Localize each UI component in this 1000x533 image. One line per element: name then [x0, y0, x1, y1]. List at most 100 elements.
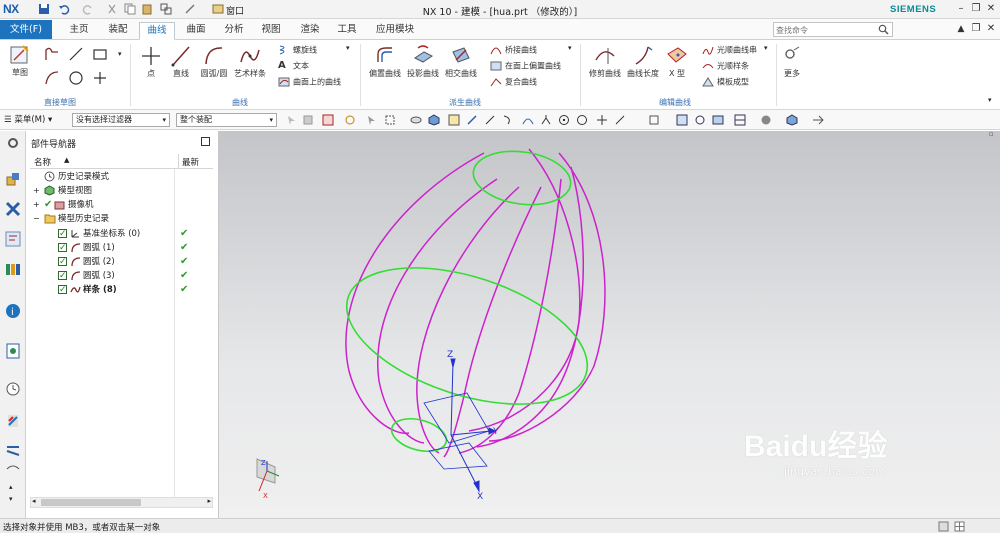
composite-curve-button[interactable]: 复合曲线	[490, 76, 537, 90]
fit-view-icon[interactable]	[676, 114, 688, 126]
repeat-command-icon[interactable]	[160, 3, 172, 15]
save-icon[interactable]	[38, 3, 50, 15]
rectangle-select-icon[interactable]	[384, 114, 396, 126]
cut-icon[interactable]	[106, 3, 118, 15]
tab-home[interactable]: 主页	[62, 22, 96, 40]
snap-arc-center-icon[interactable]	[558, 114, 570, 126]
template-shape-button[interactable]: 模板成型	[702, 76, 749, 90]
undo-icon[interactable]	[58, 3, 70, 15]
tree-item-history-mode[interactable]: 历史记录模式	[30, 170, 213, 184]
offset-curve-button[interactable]: 偏置曲线	[366, 44, 404, 79]
main-menu-button[interactable]: ☰ 菜单(M) ▾	[4, 113, 52, 125]
snap-settings-icon[interactable]	[322, 114, 334, 126]
tab-tools[interactable]: 工具	[330, 22, 364, 40]
paste-icon[interactable]	[141, 3, 153, 15]
window-menu-label[interactable]: 窗口	[226, 4, 244, 17]
spline-curves[interactable]	[345, 148, 606, 458]
status-grid-icon[interactable]	[954, 521, 965, 532]
resbar-scroll-up-icon[interactable]: ▴	[9, 483, 13, 491]
visibility-checkbox[interactable]: ✓	[58, 285, 67, 295]
sketch-line-icon[interactable]	[68, 46, 84, 62]
command-search-box[interactable]	[773, 22, 893, 37]
scrollbar-thumb[interactable]	[41, 499, 141, 506]
tab-render[interactable]: 渲染	[293, 22, 327, 40]
tree-item-model-history[interactable]: − 模型历史记录	[30, 212, 213, 226]
sub-close-button[interactable]: ✕	[983, 22, 999, 36]
snap-on-curve-icon[interactable]	[614, 114, 626, 126]
ribbon-help-icon[interactable]: ▲	[953, 22, 969, 36]
snap-endpoint-icon[interactable]	[448, 114, 460, 126]
rotate-view-icon[interactable]	[712, 114, 724, 126]
status-list-icon[interactable]	[938, 521, 949, 532]
view-triad[interactable]: Z X	[256, 458, 280, 500]
selection-filter-dropdown[interactable]: 没有选择过滤器 ▾	[72, 113, 170, 127]
collapse-icon[interactable]: −	[33, 212, 40, 226]
tab-surface[interactable]: 曲面	[179, 22, 213, 40]
system-materials-icon[interactable]	[5, 413, 21, 429]
arc-curves[interactable]	[330, 145, 604, 456]
horizontal-scrollbar[interactable]: ◂ ▸	[30, 497, 213, 508]
visibility-checkbox[interactable]: ✓	[58, 243, 67, 253]
minimize-button[interactable]: –	[953, 2, 969, 16]
sketch-more-arrow-icon[interactable]: ▾	[118, 50, 122, 58]
curve-length-button[interactable]: 曲线长度	[624, 44, 662, 79]
trim-curve-button[interactable]: 修剪曲线	[586, 44, 624, 79]
show-hide-icon[interactable]	[410, 114, 422, 126]
select-feature-icon[interactable]	[286, 114, 298, 126]
expand-icon[interactable]: +	[33, 198, 40, 212]
edit-more-arrow-icon[interactable]: ▾	[764, 44, 768, 52]
more-button[interactable]: 更多	[780, 44, 804, 79]
snap-curve-icon[interactable]	[502, 114, 514, 126]
assembly-navigator-icon[interactable]	[5, 171, 21, 187]
process-studio-icon[interactable]	[5, 443, 21, 459]
tree-item-datum-csys[interactable]: ✓ 基准坐标系 (0) ✔	[30, 227, 213, 241]
command-search-input[interactable]	[776, 24, 872, 36]
snap-quadrant-icon[interactable]	[576, 114, 588, 126]
viewport-resize-handle[interactable]: ▫	[989, 130, 994, 138]
tree-item-cameras[interactable]: + ✔ 摄像机	[30, 198, 213, 212]
line-button[interactable]: 直线	[168, 44, 194, 79]
sketch-button[interactable]: 草图	[6, 43, 34, 78]
intersect-curve-button[interactable]: 相交曲线	[442, 44, 480, 79]
snap-line-icon[interactable]	[484, 114, 496, 126]
shaded-cube-icon[interactable]	[428, 114, 440, 126]
touch-mode-icon[interactable]	[184, 3, 196, 15]
orient-view-icon[interactable]	[734, 114, 746, 126]
tree-item-spline[interactable]: ✓ 样条 (8) ✔	[30, 283, 213, 297]
snap-point-icon[interactable]	[596, 114, 608, 126]
part-navigator-icon[interactable]	[5, 231, 21, 247]
redo-icon[interactable]	[82, 3, 94, 15]
display-cube-icon[interactable]	[786, 114, 798, 126]
text-button[interactable]: A 文本	[278, 60, 309, 74]
visibility-checkbox[interactable]: ✓	[58, 229, 67, 239]
scroll-left-icon[interactable]: ◂	[32, 497, 36, 505]
tab-analysis[interactable]: 分析	[217, 22, 251, 40]
render-style-icon[interactable]	[760, 114, 772, 126]
window-icon[interactable]	[212, 3, 224, 15]
offset-in-face-button[interactable]: 在面上偏置曲线	[490, 60, 561, 74]
curve-more-arrow-icon[interactable]: ▾	[346, 44, 350, 52]
selection-scope-dropdown[interactable]: 整个装配 ▾	[176, 113, 277, 127]
sketch-arc-icon[interactable]	[44, 70, 60, 86]
expand-icon[interactable]: +	[33, 184, 40, 198]
tree-item-arc-2[interactable]: ✓ 圆弧 (2) ✔	[30, 255, 213, 269]
snap-tangent-icon[interactable]	[522, 114, 534, 126]
rectangle-icon[interactable]	[92, 46, 108, 62]
scroll-right-icon[interactable]: ▸	[207, 497, 211, 505]
search-icon[interactable]	[878, 24, 889, 35]
circle-icon[interactable]	[68, 70, 84, 86]
resbar-scroll-down-icon[interactable]: ▾	[9, 495, 13, 503]
snap-midpoint-icon[interactable]	[466, 114, 478, 126]
project-curve-button[interactable]: 投影曲线	[404, 44, 442, 79]
ribbon-options-arrow-icon[interactable]: ▾	[988, 96, 992, 104]
general-select-icon[interactable]	[344, 114, 356, 126]
tab-view[interactable]: 视图	[254, 22, 288, 40]
derived-more-arrow-icon[interactable]: ▾	[568, 44, 572, 52]
sketch-point-icon[interactable]	[92, 70, 108, 86]
art-spline-button[interactable]: 艺术样条	[232, 44, 268, 79]
bridge-curve-button[interactable]: 桥接曲线	[490, 44, 537, 58]
web-browser-icon[interactable]	[5, 343, 21, 359]
close-button[interactable]: ✕	[983, 2, 999, 16]
edit-section-icon[interactable]	[812, 114, 824, 126]
x-form-button[interactable]: X 型	[662, 44, 692, 79]
